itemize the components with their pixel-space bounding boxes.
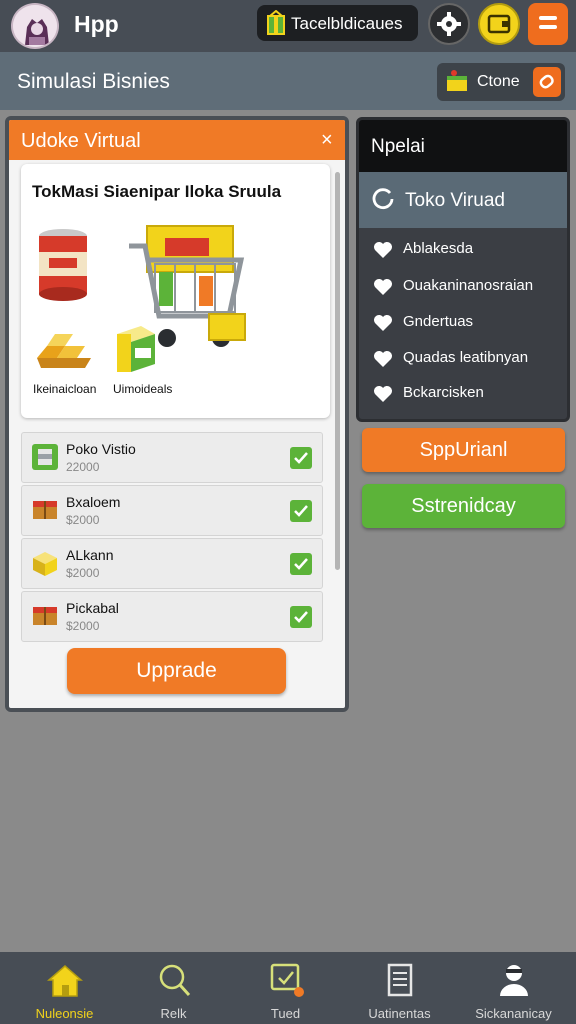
- item-name: Bxaloem: [66, 494, 121, 510]
- nav-item-home[interactable]: Nuleonsie: [7, 952, 122, 1024]
- nav-label: Relk: [160, 1006, 187, 1021]
- item-name: Pickabal: [66, 600, 119, 616]
- nav-item-search[interactable]: Relk: [116, 952, 231, 1024]
- document-icon: [387, 963, 413, 997]
- heart-icon: [374, 351, 392, 367]
- gold-bars-image: [37, 334, 91, 368]
- can-icon: [32, 444, 58, 470]
- orange-action-button[interactable]: SppUrianl: [362, 428, 565, 472]
- item-price: $2000: [66, 566, 100, 580]
- option-item[interactable]: Ablakesda: [373, 238, 563, 262]
- checkbox-checked[interactable]: [290, 606, 312, 628]
- check-icon: [294, 558, 308, 570]
- item-price: $2000: [66, 513, 100, 527]
- checkbox-checked[interactable]: [290, 447, 312, 469]
- nav-label: Uatinentas: [368, 1006, 431, 1021]
- option-item[interactable]: Bckarcisken: [373, 382, 563, 406]
- wallet-icon: [487, 14, 511, 34]
- option-label: Ablakesda: [403, 240, 474, 257]
- box-icon: [33, 552, 57, 576]
- product-box-image: [117, 326, 155, 372]
- heart-icon: [374, 315, 392, 331]
- home-icon: [47, 965, 83, 997]
- nav-label: Nuleonsie: [35, 1006, 94, 1021]
- selected-store-item[interactable]: Toko Viruad: [359, 172, 567, 228]
- list-item[interactable]: Bxaloem $2000: [21, 485, 323, 536]
- promo-caption-2: Uimoideals: [113, 382, 173, 396]
- item-price: 22000: [66, 460, 100, 474]
- selected-store-label: Toko Viruad: [405, 190, 505, 211]
- option-label: Bckarcisken: [403, 384, 484, 401]
- option-item[interactable]: Quadas leatibnyan: [373, 347, 563, 371]
- option-item[interactable]: Ouakaninanosraian: [373, 275, 563, 299]
- item-price: $2000: [66, 619, 100, 633]
- search-icon: [159, 964, 191, 997]
- bottom-nav: Nuleonsie Relk Tued Uatinentas Sickanani…: [0, 952, 576, 1024]
- close-icon[interactable]: ×: [321, 129, 333, 152]
- option-label: Gndertuas: [403, 313, 474, 330]
- list-item[interactable]: Pickabal $2000: [21, 591, 323, 642]
- canned-goods-image: [39, 229, 87, 301]
- crate-icon: [33, 607, 57, 625]
- upgrade-button[interactable]: Upprade: [67, 648, 286, 694]
- dialog-title: Udoke Virtual: [21, 130, 141, 152]
- option-label: Quadas leatibnyan: [403, 349, 529, 366]
- edit-icon: [539, 74, 554, 89]
- nav-item-profile[interactable]: Sickananicay: [456, 952, 571, 1024]
- options-panel: Npelai Toko Viruad Ablakesda Ouakaninano…: [356, 117, 570, 422]
- heart-icon: [374, 242, 392, 258]
- green-action-button[interactable]: Sstrenidcay: [362, 484, 565, 528]
- item-list: Poko Vistio 22000 Bxaloem $2000 ALkann $…: [21, 432, 323, 645]
- options-panel-title: Npelai: [371, 136, 425, 157]
- list-item[interactable]: Poko Vistio 22000: [21, 432, 323, 483]
- check-icon: [294, 611, 308, 623]
- nav-label: Sickananicay: [475, 1006, 552, 1021]
- dialog-header: Udoke Virtual ×: [9, 120, 345, 160]
- rewards-badge[interactable]: Tacelbldicaues: [257, 5, 418, 41]
- options-panel-header: Npelai: [359, 120, 567, 172]
- menu-button[interactable]: [528, 3, 568, 45]
- list-item[interactable]: ALkann $2000: [21, 538, 323, 589]
- refresh-icon: [372, 188, 394, 210]
- page-title: Simulasi Bisnies: [17, 70, 170, 93]
- checkbox-checked[interactable]: [290, 553, 312, 575]
- edit-button[interactable]: [533, 67, 561, 97]
- checkbox-checked[interactable]: [290, 500, 312, 522]
- promo-caption-1: Ikeinaicloan: [33, 382, 97, 396]
- chat-icon: [270, 963, 304, 997]
- profile-icon: [500, 965, 528, 996]
- menu-icon: [539, 16, 557, 20]
- app-title: Hpp: [74, 11, 119, 37]
- nav-item-chat[interactable]: Tued: [228, 952, 343, 1024]
- sub-header: Simulasi Bisnies Ctone: [0, 52, 576, 110]
- clone-control[interactable]: Ctone: [437, 63, 565, 101]
- avatar[interactable]: [11, 3, 59, 49]
- heart-icon: [374, 386, 392, 402]
- scrollbar[interactable]: [335, 172, 340, 570]
- top-bar: Hpp Tacelbldicaues: [0, 0, 576, 52]
- wallet-button[interactable]: [478, 3, 520, 45]
- heart-icon: [374, 279, 392, 295]
- nav-label: Tued: [270, 1006, 301, 1021]
- check-icon: [294, 452, 308, 464]
- item-name: ALkann: [66, 547, 114, 563]
- option-label: Ouakaninanosraian: [403, 277, 534, 294]
- promo-title: TokMasi Siaenipar Iloka Sruula: [32, 182, 282, 201]
- gift-icon: [267, 10, 285, 35]
- settings-button[interactable]: [428, 3, 470, 45]
- rewards-badge-label: Tacelbldicaues: [291, 14, 403, 33]
- store-upgrade-dialog: Udoke Virtual × TokMasi Siaenipar Iloka …: [5, 116, 349, 712]
- store-icon: [447, 70, 467, 91]
- clone-label: Ctone: [477, 73, 520, 90]
- promo-card: TokMasi Siaenipar Iloka Sruula Ikeinaicl…: [21, 164, 330, 418]
- nav-item-documents[interactable]: Uatinentas: [342, 952, 457, 1024]
- item-name: Poko Vistio: [66, 441, 136, 457]
- option-item[interactable]: Gndertuas: [373, 311, 563, 335]
- crate-icon: [33, 501, 57, 519]
- check-icon: [294, 505, 308, 517]
- gear-icon: [437, 12, 461, 36]
